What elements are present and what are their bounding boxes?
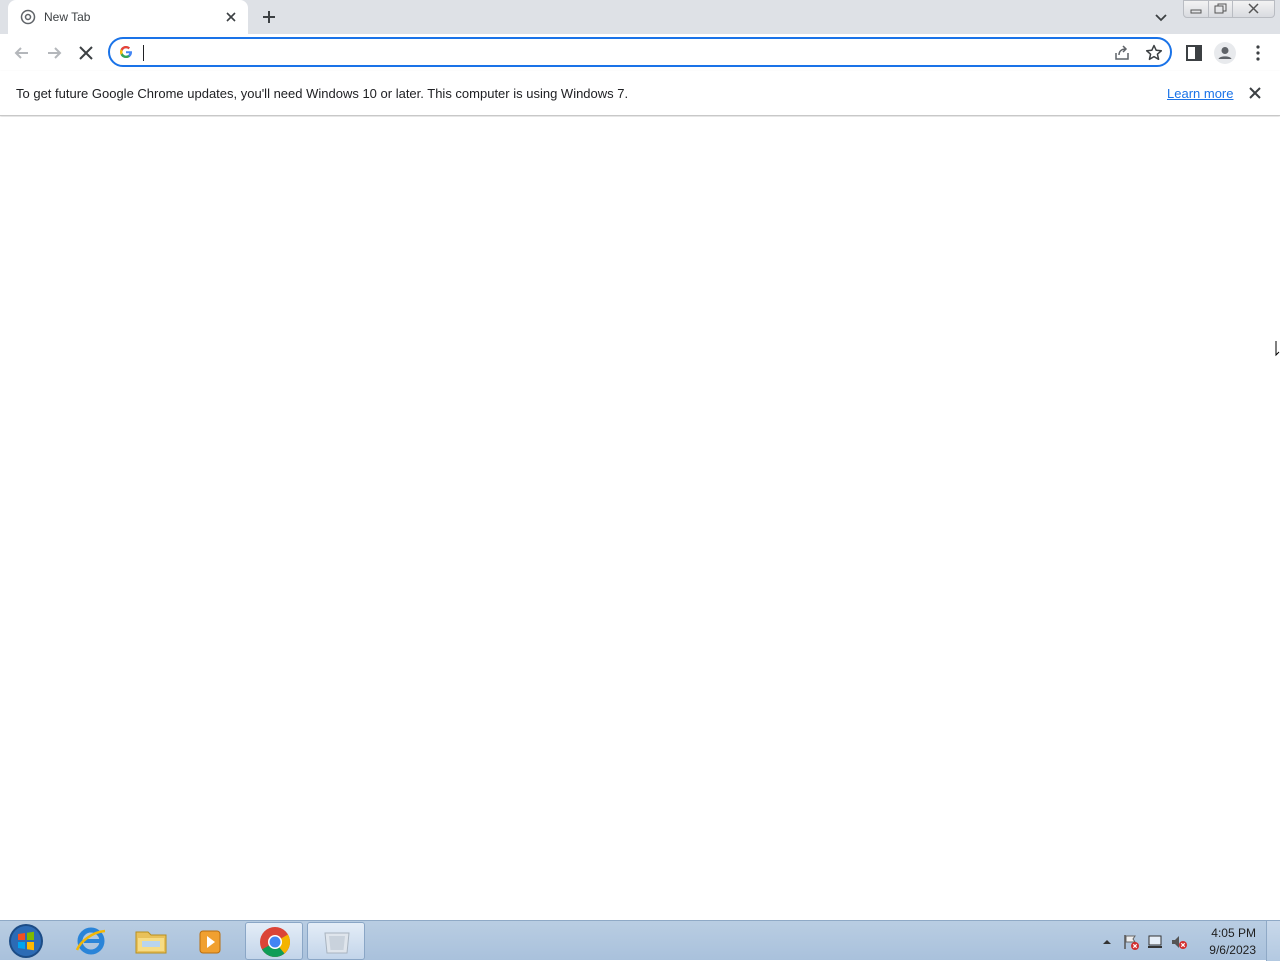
close-window-button[interactable]: [1232, 0, 1275, 18]
infobar-message: To get future Google Chrome updates, you…: [16, 86, 629, 101]
kebab-menu-icon[interactable]: [1246, 41, 1270, 65]
browser-toolbar: [0, 34, 1280, 71]
volume-muted-icon[interactable]: [1170, 933, 1188, 951]
infobar-close-icon[interactable]: [1246, 84, 1264, 102]
media-player-icon: [199, 930, 221, 954]
chrome-favicon-icon: [20, 9, 36, 25]
address-input[interactable]: [142, 42, 1102, 62]
close-window-icon: [1248, 3, 1259, 14]
learn-more-link[interactable]: Learn more: [1167, 86, 1233, 101]
taskbar-blank-window[interactable]: [307, 922, 365, 960]
show-desktop-button[interactable]: [1266, 921, 1280, 961]
text-caret: [143, 45, 144, 61]
address-bar[interactable]: [108, 37, 1172, 67]
new-tab-button[interactable]: [258, 6, 280, 28]
tab-new-tab[interactable]: New Tab: [8, 0, 248, 34]
tab-close-icon[interactable]: [222, 8, 240, 26]
taskbar-google-chrome[interactable]: [245, 922, 303, 960]
update-infobar: To get future Google Chrome updates, you…: [0, 71, 1280, 116]
blank-window-icon: [324, 932, 350, 954]
mouse-cursor-icon: [1275, 341, 1280, 357]
back-arrow-icon[interactable]: [10, 41, 34, 65]
tab-strip: New Tab: [0, 0, 1280, 34]
taskbar-media-player[interactable]: [182, 922, 240, 960]
taskbar-internet-explorer[interactable]: [62, 922, 120, 960]
profile-avatar-icon[interactable]: [1213, 41, 1237, 65]
google-g-icon: [120, 46, 132, 58]
show-hidden-icons-icon[interactable]: [1098, 933, 1116, 951]
clock-date[interactable]: 9/6/2023: [1196, 943, 1256, 957]
internet-explorer-icon: [75, 927, 106, 955]
restore-icon: [1214, 3, 1227, 14]
windows-taskbar: 4:05 PM 9/6/2023: [0, 920, 1280, 961]
start-button[interactable]: [6, 922, 46, 960]
taskbar-windows-explorer[interactable]: [122, 922, 180, 960]
tab-search-chevron-icon[interactable]: [1150, 6, 1172, 28]
minimize-icon: [1190, 9, 1202, 14]
side-panel-icon[interactable]: [1182, 41, 1206, 65]
restore-button[interactable]: [1208, 0, 1233, 18]
bookmark-star-icon[interactable]: [1144, 43, 1164, 63]
action-center-flag-icon[interactable]: [1122, 933, 1140, 951]
clock-time[interactable]: 4:05 PM: [1196, 926, 1256, 940]
minimize-button[interactable]: [1183, 0, 1209, 18]
stop-loading-icon[interactable]: [74, 41, 98, 65]
folder-icon: [135, 931, 167, 954]
forward-arrow-icon[interactable]: [42, 41, 66, 65]
page-content: [0, 117, 1280, 920]
google-chrome-icon: [260, 927, 290, 957]
network-icon[interactable]: [1146, 933, 1164, 951]
tab-title: New Tab: [44, 10, 91, 24]
share-icon[interactable]: [1112, 43, 1132, 63]
